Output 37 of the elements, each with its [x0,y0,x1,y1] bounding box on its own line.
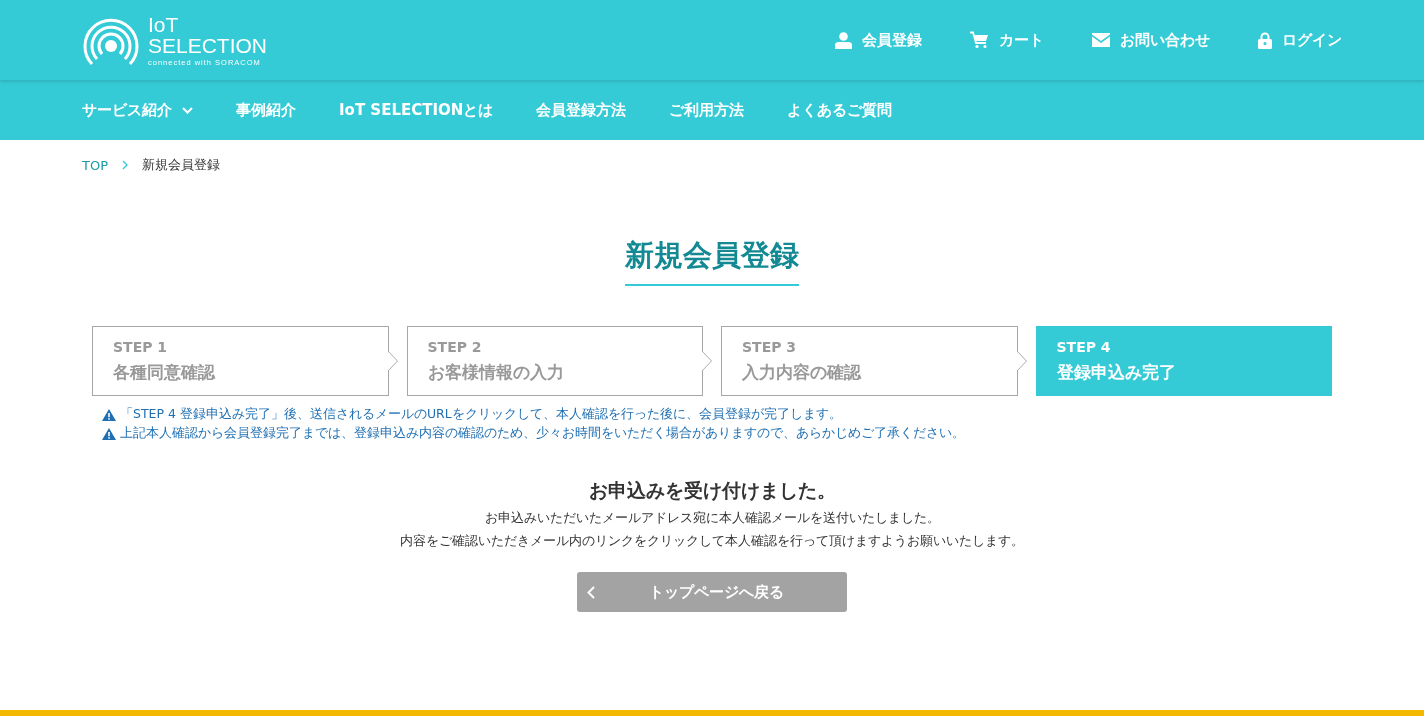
chevron-right-icon [387,350,398,372]
mail-icon [1092,33,1110,47]
cart-icon [970,31,989,49]
nav-link[interactable]: サービス紹介 [82,100,193,120]
nav-link[interactable]: IoT SELECTIONとは [339,100,494,120]
logo-text[interactable]: SELECTION [148,34,268,56]
page-title: 新規会員登録 [625,236,799,286]
note-text: 上記本人確認から会員登録完了までは、登録申込み内容の確認のため、少々お時間をいただく場合がありますので、あらかじめご了承ください。 [120,425,965,442]
breadcrumb-link[interactable]: TOP [82,157,108,173]
user-icon [835,31,852,49]
header-link[interactable]: お問い合わせ [1092,30,1210,50]
message-text: お申込みいただいたメールアドレス宛に本人確認メールを送付いたしました。 [484,510,940,527]
step-indicator: STEP 3 入力内容の確認 [721,326,1018,396]
header-link[interactable]: ログイン [1258,30,1342,50]
warning-icon [102,408,116,421]
chevron-right-icon [1016,350,1027,372]
header-link[interactable]: 会員登録 [835,30,922,50]
step-indicator: STEP 2 お客様情報の入力 [406,326,703,396]
warning-icon [102,427,116,440]
step-indicator: STEP 4 登録申込み完了 [1035,326,1332,396]
lock-icon [1258,31,1272,49]
chevron-down-icon [182,106,193,114]
step-indicator: STEP 1 各種同意確認 [92,326,389,396]
message-heading: お申込みを受け付けました。 [588,478,836,503]
header-link[interactable]: カート [970,30,1044,50]
nav-link[interactable]: ご利用方法 [669,100,745,120]
breadcrumb-current: 新規会員登録 [142,156,220,174]
chevron-right-icon [122,160,128,170]
nav-link[interactable]: 会員登録方法 [536,100,627,120]
nav-link[interactable]: よくあるご質問 [787,100,893,120]
message-text: 内容をご確認いただきメール内のリンクをクリックして本人確認を行って頂けますようお願いいたします。 [400,533,1024,550]
logo-text[interactable]: IoT [148,13,268,35]
note-text: 「STEP 4 登録申込み完了」後、送信されるメールのURLをクリックして、本人確認を行った後に、会員登録が完了します。 [120,406,842,423]
chevron-left-icon [587,585,595,599]
chevron-right-icon [702,350,713,372]
nav-link[interactable]: 事例紹介 [236,100,296,120]
back-button[interactable]: トップページへ戻る [577,572,847,612]
